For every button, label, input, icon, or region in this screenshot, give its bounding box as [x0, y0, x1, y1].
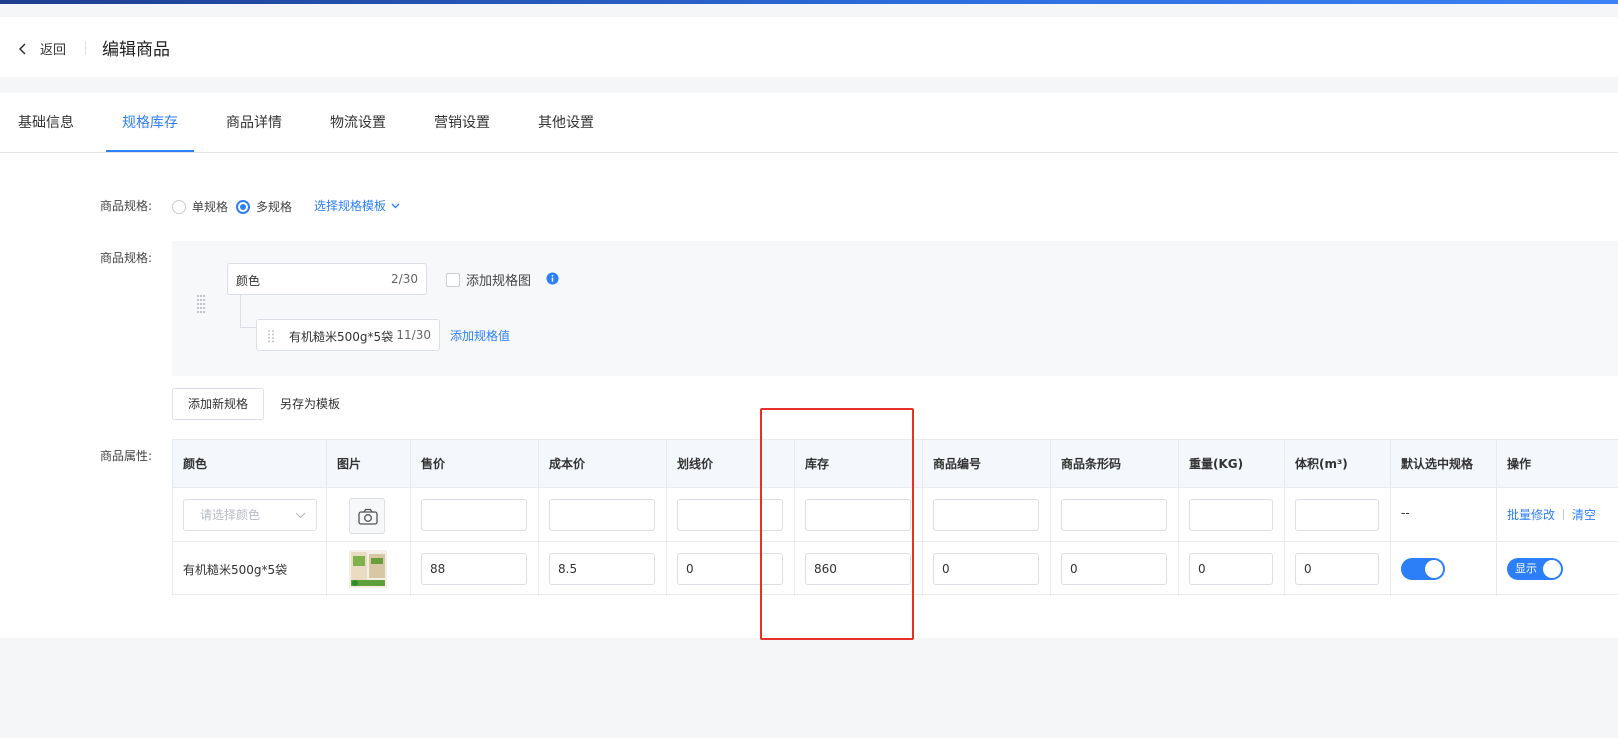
spec-value-count: 11/30	[396, 328, 431, 342]
save-as-template-button[interactable]: 另存为模板	[280, 395, 340, 412]
select-spec-template[interactable]: 选择规格模板	[314, 197, 400, 214]
radio-multi-spec[interactable]: 多规格	[236, 198, 292, 215]
cost-input[interactable]: 8.5	[549, 553, 655, 585]
batch-row: 请选择颜色 -- 批量修改 清空	[173, 488, 1618, 542]
attributes-label: 商品属性:	[100, 449, 153, 463]
page-header: 返回 编辑商品	[0, 17, 1618, 77]
batch-weight-input[interactable]	[1189, 499, 1273, 531]
column-header: 划线价	[667, 440, 795, 488]
back-button[interactable]: 返回	[18, 39, 66, 58]
batch-edit-link[interactable]: 批量修改	[1507, 506, 1555, 523]
tab-product-detail[interactable]: 商品详情	[226, 93, 282, 153]
default-placeholder: --	[1401, 506, 1410, 520]
info-icon[interactable]	[546, 272, 559, 285]
spec-editor-box: 颜色 2/30 添加规格图 有机糙米500g*5袋 11/30 添加规格值	[172, 241, 1618, 376]
batch-original-price-input[interactable]	[677, 499, 783, 531]
ops-divider	[1563, 509, 1565, 520]
radio-single-label: 单规格	[192, 200, 229, 214]
attributes-table: 颜色 图片 售价 成本价 划线价 库存 商品编号 商品条形码 重量(KG) 体积…	[172, 439, 1618, 596]
chevron-down-icon	[295, 512, 306, 519]
checkbox-box	[446, 272, 460, 287]
add-new-spec-button[interactable]: 添加新规格	[172, 388, 264, 420]
radio-circle-checked	[236, 199, 250, 214]
column-header: 图片	[327, 440, 411, 488]
main-panel: 基础信息 规格库存 商品详情 物流设置 营销设置 其他设置 商品规格: 单规格 …	[0, 93, 1618, 638]
spec-name-count: 2/30	[391, 272, 418, 286]
add-spec-image-label: 添加规格图	[466, 274, 532, 289]
tab-marketing[interactable]: 营销设置	[434, 93, 490, 153]
price-input[interactable]: 88	[421, 553, 527, 585]
tree-connector	[240, 327, 256, 328]
camera-icon	[358, 508, 378, 525]
column-header: 体积(m³)	[1285, 440, 1391, 488]
volume-input[interactable]: 0	[1295, 553, 1379, 585]
spec-name-value: 颜色	[236, 274, 261, 288]
tab-other-settings[interactable]: 其他设置	[538, 93, 594, 153]
tab-spec-stock[interactable]: 规格库存	[106, 93, 194, 153]
top-progress-bar	[0, 0, 1618, 4]
spec-name-input[interactable]: 颜色 2/30	[227, 263, 427, 295]
table-header: 颜色 图片 售价 成本价 划线价 库存 商品编号 商品条形码 重量(KG) 体积…	[173, 440, 1618, 488]
column-header: 颜色	[173, 440, 327, 488]
color-select-placeholder: 请选择颜色	[200, 508, 261, 522]
drag-handle-icon[interactable]	[195, 293, 207, 315]
column-header: 库存	[795, 440, 923, 488]
batch-stock-input[interactable]	[805, 499, 911, 531]
radio-circle	[172, 199, 186, 214]
row-color-value: 有机糙米500g*5袋	[183, 563, 288, 577]
column-header: 售价	[411, 440, 539, 488]
batch-volume-input[interactable]	[1295, 499, 1379, 531]
clear-link[interactable]: 清空	[1572, 506, 1596, 523]
back-label: 返回	[40, 43, 67, 58]
add-spec-image-checkbox[interactable]: 添加规格图	[446, 270, 531, 289]
radio-single-spec[interactable]: 单规格	[172, 198, 228, 215]
color-select[interactable]: 请选择颜色	[183, 499, 317, 531]
tab-logistics[interactable]: 物流设置	[330, 93, 386, 153]
header-divider	[85, 41, 86, 55]
radio-multi-label: 多规格	[256, 200, 293, 214]
batch-price-input[interactable]	[421, 499, 527, 531]
show-toggle-label: 显示	[1515, 562, 1537, 575]
chevron-down-icon	[391, 203, 400, 208]
weight-input[interactable]: 0	[1189, 553, 1273, 585]
drag-handle-icon[interactable]	[267, 329, 275, 343]
template-link-label: 选择规格模板	[314, 199, 387, 213]
batch-cost-input[interactable]	[549, 499, 655, 531]
spec-type-label: 商品规格:	[100, 199, 153, 213]
column-header: 成本价	[539, 440, 667, 488]
default-selected-toggle[interactable]	[1401, 558, 1445, 580]
column-header: 操作	[1507, 457, 1532, 471]
show-toggle[interactable]: 显示	[1507, 558, 1563, 580]
column-header: 商品编号	[923, 440, 1051, 488]
tree-connector	[240, 295, 241, 327]
tab-bar: 基础信息 规格库存 商品详情 物流设置 营销设置 其他设置	[0, 93, 1618, 153]
product-thumbnail[interactable]	[349, 550, 387, 588]
spec-value-text: 有机糙米500g*5袋	[289, 330, 394, 344]
batch-ops: 批量修改 清空	[1507, 506, 1596, 523]
column-header: 重量(KG)	[1179, 440, 1285, 488]
spec-value-input[interactable]: 有机糙米500g*5袋 11/30	[256, 319, 440, 351]
stock-input[interactable]: 860	[805, 553, 911, 585]
column-header: 商品条形码	[1051, 440, 1179, 488]
spec-editor-label: 商品规格:	[100, 251, 153, 265]
batch-code-input[interactable]	[933, 499, 1039, 531]
column-header: 默认选中规格	[1391, 440, 1497, 488]
add-spec-value-link[interactable]: 添加规格值	[450, 327, 510, 344]
original-price-input[interactable]: 0	[677, 553, 783, 585]
batch-barcode-input[interactable]	[1061, 499, 1167, 531]
tab-basic-info[interactable]: 基础信息	[18, 93, 74, 153]
active-tab-underline	[106, 150, 194, 152]
page-title: 编辑商品	[102, 40, 170, 60]
barcode-input[interactable]: 0	[1061, 553, 1167, 585]
code-input[interactable]: 0	[933, 553, 1039, 585]
chevron-left-icon	[18, 42, 26, 55]
image-upload-button[interactable]	[349, 498, 385, 534]
table-row: 有机糙米500g*5袋 88 8.5 0 860 0 0 0 0 显示	[173, 542, 1618, 596]
